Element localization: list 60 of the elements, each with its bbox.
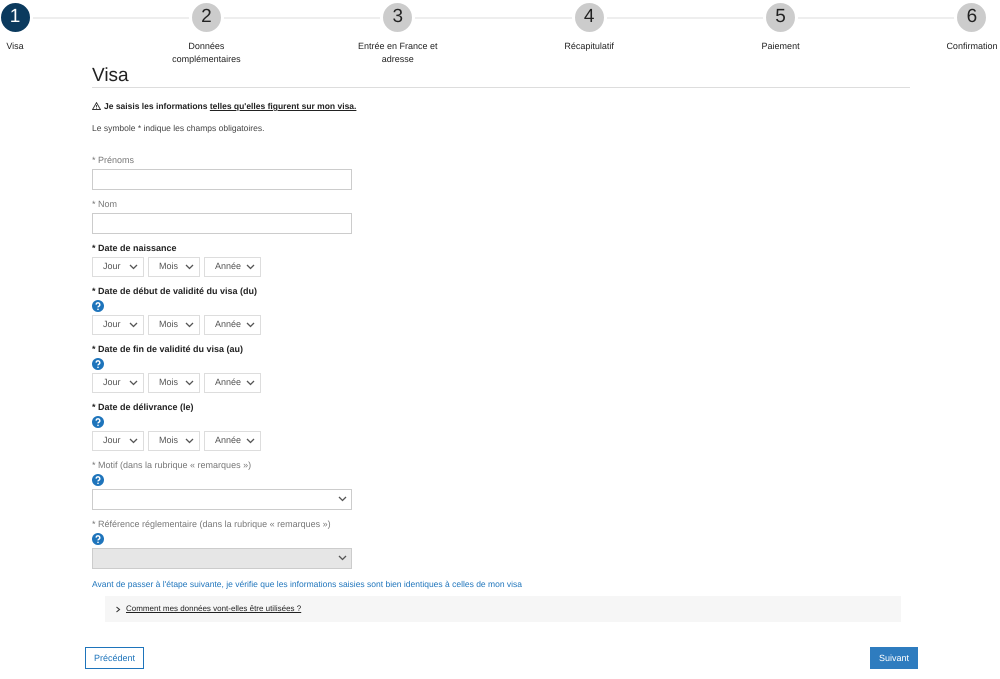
required-note: Le symbole * indique les champs obligatoires.	[92, 122, 266, 134]
date-select[interactable]: Jour	[92, 256, 144, 276]
chevron-down-icon	[129, 438, 138, 444]
help-icon[interactable]	[92, 358, 104, 370]
chevron-down-icon	[129, 264, 138, 270]
step-number[interactable]: 2	[188, 0, 224, 35]
date-select[interactable]: Jour	[92, 372, 144, 392]
chevron-down-icon	[185, 264, 194, 270]
date-select[interactable]: Mois	[148, 430, 200, 450]
help-icon[interactable]	[92, 416, 104, 428]
field-label: * Motif (dans la rubrique « remarques »)	[92, 460, 252, 470]
step-number[interactable]: 1	[0, 0, 32, 35]
chevron-down-icon	[185, 322, 194, 328]
chevron-down-icon	[338, 496, 347, 502]
step-label: Confirmation	[945, 40, 998, 53]
date-select[interactable]: Année	[204, 372, 261, 392]
chevron-down-icon	[185, 380, 194, 386]
notice-link[interactable]: telles qu'elles figurent sur mon visa.	[210, 101, 356, 111]
chevron-down-icon	[338, 555, 347, 561]
next-button[interactable]: Suivant	[870, 647, 918, 670]
date-select[interactable]: Jour	[92, 430, 144, 450]
date-select[interactable]: Mois	[148, 314, 200, 334]
date-select[interactable]: Année	[204, 314, 261, 334]
previous-button[interactable]: Précédent	[85, 647, 144, 670]
date-select[interactable]: Année	[204, 430, 261, 450]
notice-text: Je saisis les informations telles qu'elles figurent sur mon visa.	[104, 100, 356, 113]
date-select[interactable]: Jour	[92, 314, 144, 334]
chevron-down-icon	[246, 322, 255, 328]
page-title: Visa	[92, 66, 910, 88]
text-input[interactable]	[92, 168, 352, 190]
step-number[interactable]: 3	[380, 0, 416, 35]
help-icon[interactable]	[92, 300, 104, 312]
chevron-down-icon	[246, 438, 255, 444]
help-icon[interactable]	[92, 474, 104, 486]
step-label: Visa	[5, 40, 25, 53]
warning-icon	[92, 102, 101, 110]
step-label: Données complémentaires	[171, 40, 242, 66]
field-label: * Date de fin de validité du visa (au)	[92, 344, 244, 354]
step-number[interactable]: 5	[763, 0, 798, 35]
chevron-down-icon	[246, 380, 255, 386]
field-label: * Nom	[92, 198, 118, 210]
date-select[interactable]: Mois	[148, 256, 200, 276]
field-label: * Date de début de validité du visa (du)	[92, 286, 258, 296]
step-label: Paiement	[760, 40, 801, 53]
step-label: Récapitulatif	[563, 40, 615, 53]
chevron-down-icon	[129, 322, 138, 328]
field-label: * Date de naissance	[92, 242, 178, 254]
date-select[interactable]: Année	[204, 256, 261, 276]
step-label: Entrée en France et adresse	[357, 40, 439, 66]
date-select[interactable]: Mois	[148, 372, 200, 392]
expander-link[interactable]: Comment mes données vont-elles être utilisées ?	[126, 603, 302, 616]
field-label: * Date de délivrance (le)	[92, 402, 195, 412]
field-label: * Prénoms	[92, 154, 136, 166]
verify-note: Avant de passer à l'étape suivante, je vérifie que les informations saisies sont bien identiques à celles de mon visa	[92, 578, 524, 590]
field-label: * Référence réglementaire (dans la rubrique « remarques »)	[92, 518, 332, 530]
chevron-down-icon	[185, 438, 194, 444]
chevron-down-icon	[246, 264, 255, 270]
chevron-down-icon	[129, 380, 138, 386]
text-input[interactable]	[92, 212, 352, 234]
step-number[interactable]: 4	[572, 0, 607, 35]
